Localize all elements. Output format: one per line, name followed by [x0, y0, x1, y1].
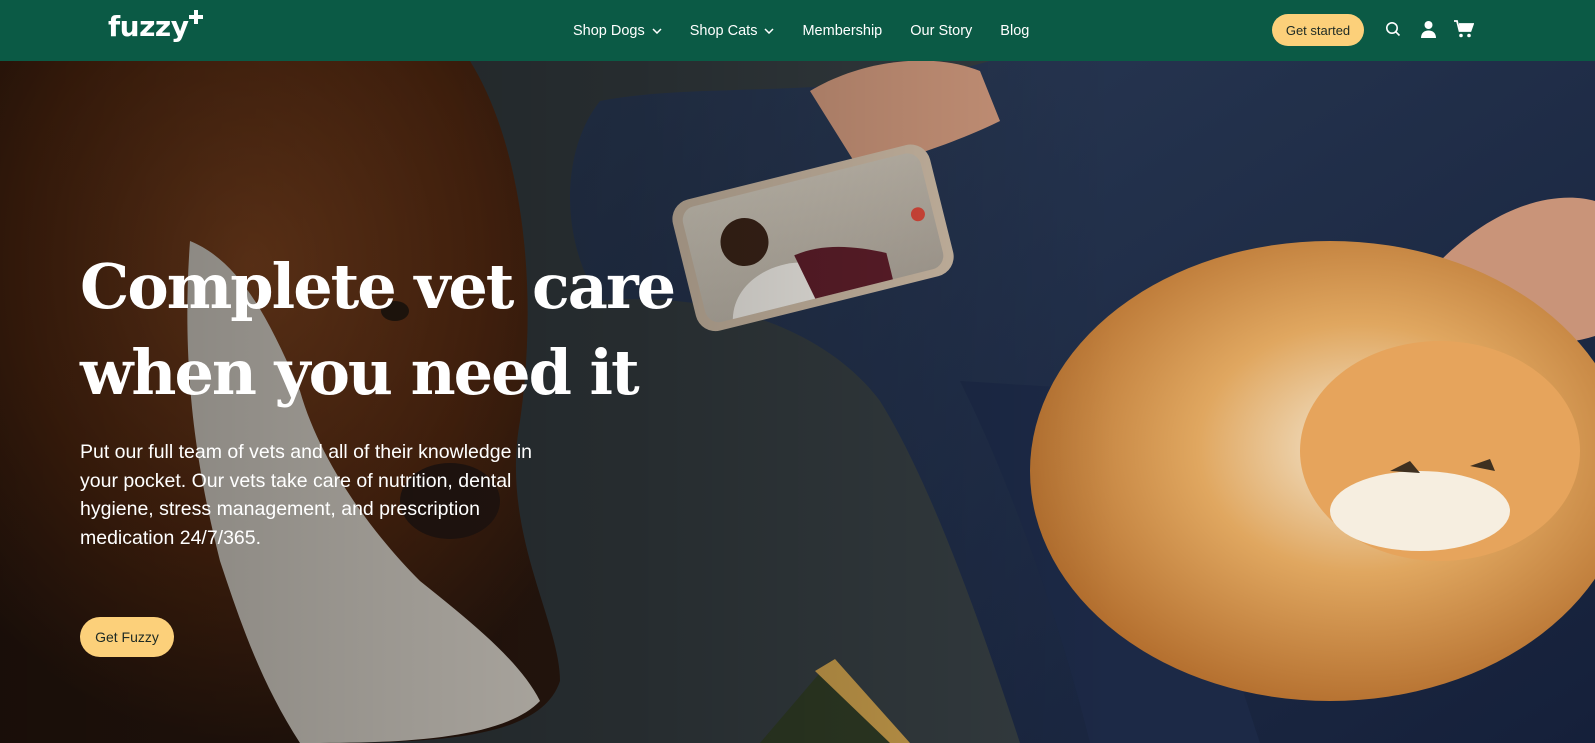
- nav-shop-dogs-label: Shop Dogs: [573, 22, 645, 39]
- get-started-button[interactable]: Get started: [1272, 14, 1364, 46]
- plus-icon: [189, 10, 204, 24]
- logo-text: fuzzy: [108, 10, 189, 43]
- nav-blog[interactable]: Blog: [1000, 23, 1029, 39]
- get-fuzzy-button[interactable]: Get Fuzzy: [80, 617, 174, 657]
- site-header: fuzzy Shop Dogs Shop Cats Membership Our…: [0, 0, 1595, 61]
- headline-line-1: Complete vet care: [80, 250, 676, 323]
- account-button[interactable]: [1417, 18, 1439, 40]
- nav-shop-cats-label: Shop Cats: [689, 22, 758, 39]
- cart-button[interactable]: [1453, 18, 1475, 40]
- nav-blog-label: Blog: [1000, 22, 1030, 39]
- nav-shop-dogs[interactable]: Shop Dogs: [573, 23, 662, 39]
- chevron-down-icon: [652, 27, 662, 34]
- user-icon: [1420, 21, 1436, 38]
- logo[interactable]: fuzzy: [108, 10, 204, 43]
- search-icon: [1386, 22, 1401, 37]
- headline-line-2: when you need it: [80, 336, 640, 409]
- cart-icon: [1454, 20, 1474, 38]
- search-button[interactable]: [1382, 18, 1404, 40]
- hero-headline: Complete vet care when you need it: [80, 244, 720, 416]
- chevron-down-icon: [764, 27, 774, 34]
- nav-membership-label: Membership: [802, 22, 883, 39]
- hero-description: Put our full team of vets and all of the…: [80, 441, 533, 549]
- main-nav: Shop Dogs Shop Cats Membership Our Story…: [573, 0, 1029, 61]
- nav-our-story-label: Our Story: [910, 22, 973, 39]
- nav-shop-cats[interactable]: Shop Cats: [690, 23, 775, 39]
- nav-membership[interactable]: Membership: [802, 23, 882, 39]
- nav-our-story[interactable]: Our Story: [910, 23, 972, 39]
